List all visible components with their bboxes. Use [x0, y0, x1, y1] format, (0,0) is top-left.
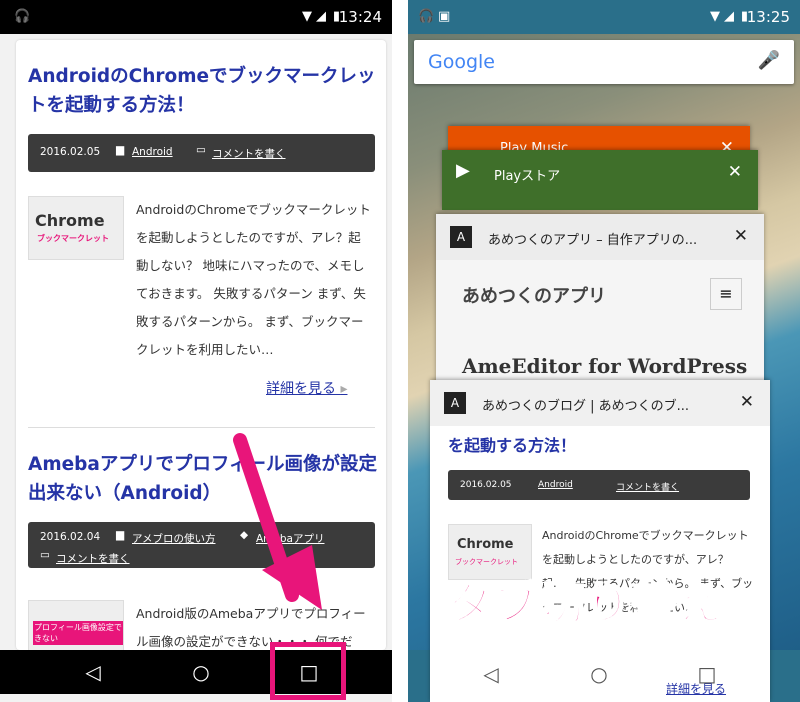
signal-icon: ◢	[724, 9, 734, 24]
tab-switch-caption: タブ切り替え	[447, 578, 724, 631]
mic-icon[interactable]: 🎤	[758, 50, 780, 71]
status-time: 13:25	[746, 8, 790, 26]
google-search-bar[interactable]: Google 🎤	[414, 40, 794, 84]
article-meta: 2016.02.05 Android コメントを書く	[448, 470, 750, 500]
navigation-bar: ◁ ○ □	[408, 652, 800, 696]
recents-highlight	[270, 642, 346, 700]
play-store-icon: ▶	[456, 160, 470, 181]
image-icon: ▣	[438, 9, 451, 24]
home-icon[interactable]: ○	[584, 662, 614, 686]
google-logo: Google	[428, 51, 496, 73]
wifi-icon: ▼	[710, 9, 720, 24]
site-favicon: A	[450, 226, 472, 248]
recents-icon[interactable]: □	[692, 662, 722, 686]
recent-card-play-store[interactable]: ▶ Playストア ✕	[442, 150, 758, 210]
status-bar: 🎧 ▣ ▼ ◢ ▮ 13:25	[408, 0, 800, 34]
back-icon[interactable]: ◁	[476, 662, 506, 686]
close-icon[interactable]: ✕	[734, 226, 748, 246]
site-favicon: A	[444, 392, 466, 414]
close-icon[interactable]: ✕	[728, 162, 742, 182]
right-screen: 🎧 ▣ ▼ ◢ ▮ 13:25 Google 🎤 Play Music ✕ ▶ P…	[408, 0, 800, 702]
close-icon[interactable]: ✕	[740, 392, 754, 412]
headphones-icon: 🎧	[418, 9, 435, 24]
recent-card-apps-site[interactable]: A あめつくのアプリ – 自作アプリの... ✕ あめつくのアプリ ≡ AmeEd…	[436, 214, 764, 394]
menu-icon[interactable]: ≡	[710, 278, 742, 310]
